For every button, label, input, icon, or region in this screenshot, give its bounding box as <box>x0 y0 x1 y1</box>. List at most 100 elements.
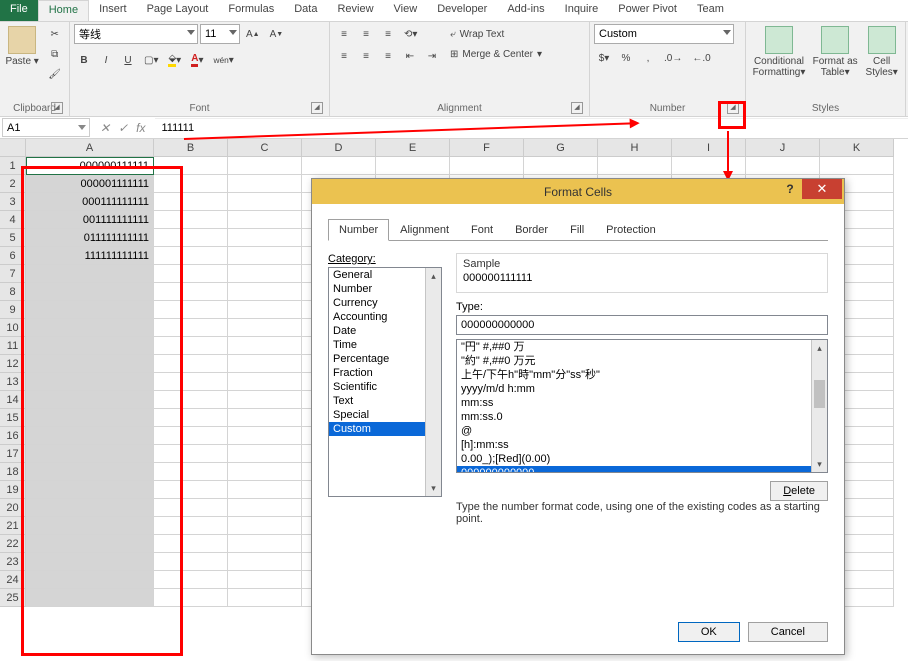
underline-button[interactable]: U <box>118 50 138 70</box>
cell-B1[interactable] <box>154 157 228 175</box>
row-header-1[interactable]: 1 <box>0 157 26 175</box>
row-header-16[interactable]: 16 <box>0 427 26 445</box>
format-item[interactable]: @ <box>457 424 827 438</box>
paste-button[interactable]: Paste ▾ <box>4 24 40 67</box>
tab-page-layout[interactable]: Page Layout <box>137 0 219 21</box>
row-header-24[interactable]: 24 <box>0 571 26 589</box>
dialog-tab-alignment[interactable]: Alignment <box>389 219 460 241</box>
cell-B15[interactable] <box>154 409 228 427</box>
dialog-tab-protection[interactable]: Protection <box>595 219 667 241</box>
cell-C14[interactable] <box>228 391 302 409</box>
row-header-12[interactable]: 12 <box>0 355 26 373</box>
row-header-3[interactable]: 3 <box>0 193 26 211</box>
cell-A22[interactable] <box>26 535 154 553</box>
cell-B10[interactable] <box>154 319 228 337</box>
format-item[interactable]: "円" #,##0 万 <box>457 340 827 354</box>
row-header-10[interactable]: 10 <box>0 319 26 337</box>
row-header-14[interactable]: 14 <box>0 391 26 409</box>
align-center-button[interactable]: ≡ <box>356 46 376 66</box>
cell-A23[interactable] <box>26 553 154 571</box>
cell-styles-button[interactable]: Cell Styles▾ <box>862 24 901 78</box>
dialog-tab-font[interactable]: Font <box>460 219 504 241</box>
merge-center-button[interactable]: ⊞Merge & Center ▾ <box>446 44 566 64</box>
tab-view[interactable]: View <box>384 0 428 21</box>
row-header-9[interactable]: 9 <box>0 301 26 319</box>
cell-B20[interactable] <box>154 499 228 517</box>
cancel-button[interactable]: Cancel <box>748 622 828 642</box>
align-top-button[interactable]: ≡ <box>334 24 354 44</box>
fill-color-button[interactable]: ⬙▾ <box>164 50 185 70</box>
format-item[interactable]: mm:ss <box>457 396 827 410</box>
increase-font-button[interactable]: A▲ <box>242 24 264 44</box>
cell-B25[interactable] <box>154 589 228 607</box>
row-header-20[interactable]: 20 <box>0 499 26 517</box>
fx-icon[interactable]: fx <box>136 121 145 135</box>
col-header-I[interactable]: I <box>672 139 746 157</box>
tab-formulas[interactable]: Formulas <box>218 0 284 21</box>
cell-C10[interactable] <box>228 319 302 337</box>
cell-C16[interactable] <box>228 427 302 445</box>
dialog-titlebar[interactable]: Format Cells ? ✕ <box>312 179 844 204</box>
cell-A25[interactable] <box>26 589 154 607</box>
cell-C24[interactable] <box>228 571 302 589</box>
cell-A9[interactable] <box>26 301 154 319</box>
row-header-23[interactable]: 23 <box>0 553 26 571</box>
align-bottom-button[interactable]: ≡ <box>378 24 398 44</box>
cell-A10[interactable] <box>26 319 154 337</box>
cell-G1[interactable] <box>524 157 598 175</box>
cell-C8[interactable] <box>228 283 302 301</box>
percent-button[interactable]: % <box>616 48 636 68</box>
align-middle-button[interactable]: ≡ <box>356 24 376 44</box>
tab-developer[interactable]: Developer <box>427 0 497 21</box>
col-header-G[interactable]: G <box>524 139 598 157</box>
row-header-17[interactable]: 17 <box>0 445 26 463</box>
cell-B22[interactable] <box>154 535 228 553</box>
cell-I1[interactable] <box>672 157 746 175</box>
type-input[interactable] <box>456 315 828 335</box>
cell-A14[interactable] <box>26 391 154 409</box>
cell-C18[interactable] <box>228 463 302 481</box>
tab-inquire[interactable]: Inquire <box>555 0 609 21</box>
phonetic-button[interactable]: wén▾ <box>209 50 237 70</box>
format-item[interactable]: 000000000000 <box>457 466 827 473</box>
row-header-15[interactable]: 15 <box>0 409 26 427</box>
format-list[interactable]: "円" #,##0 万"約" #,##0 万元上午/下午h"時"mm"分"ss"… <box>456 339 828 473</box>
bold-button[interactable]: B <box>74 50 94 70</box>
dialog-help-button[interactable]: ? <box>778 182 802 201</box>
cell-C17[interactable] <box>228 445 302 463</box>
row-header-7[interactable]: 7 <box>0 265 26 283</box>
cell-B9[interactable] <box>154 301 228 319</box>
col-header-F[interactable]: F <box>450 139 524 157</box>
category-scrollbar[interactable]: ▴▾ <box>425 268 441 496</box>
cell-A5[interactable]: 011111111111 <box>26 229 154 247</box>
cell-A16[interactable] <box>26 427 154 445</box>
tab-power-pivot[interactable]: Power Pivot <box>608 0 687 21</box>
cell-B12[interactable] <box>154 355 228 373</box>
cell-C2[interactable] <box>228 175 302 193</box>
dialog-tab-border[interactable]: Border <box>504 219 559 241</box>
cell-B18[interactable] <box>154 463 228 481</box>
cell-B23[interactable] <box>154 553 228 571</box>
name-box[interactable]: A1 <box>2 118 90 137</box>
cell-B5[interactable] <box>154 229 228 247</box>
row-header-19[interactable]: 19 <box>0 481 26 499</box>
number-format-combo[interactable]: Custom <box>594 24 734 44</box>
cell-A20[interactable] <box>26 499 154 517</box>
cell-B17[interactable] <box>154 445 228 463</box>
col-header-H[interactable]: H <box>598 139 672 157</box>
cell-B14[interactable] <box>154 391 228 409</box>
number-dialog-launcher[interactable]: ◢ <box>727 102 739 114</box>
tab-home[interactable]: Home <box>38 0 89 21</box>
cell-K1[interactable] <box>820 157 894 175</box>
row-header-22[interactable]: 22 <box>0 535 26 553</box>
cell-C25[interactable] <box>228 589 302 607</box>
increase-indent-button[interactable]: ⇥ <box>422 46 442 66</box>
delete-button[interactable]: DDeleteelete <box>770 481 828 501</box>
cell-A8[interactable] <box>26 283 154 301</box>
format-scrollbar[interactable]: ▴▾ <box>811 340 827 472</box>
format-item[interactable]: "約" #,##0 万元 <box>457 354 827 368</box>
tab-insert[interactable]: Insert <box>89 0 137 21</box>
font-name-combo[interactable]: 等线 <box>74 24 198 44</box>
row-header-21[interactable]: 21 <box>0 517 26 535</box>
format-as-table-button[interactable]: Format as Table▾ <box>812 24 858 78</box>
